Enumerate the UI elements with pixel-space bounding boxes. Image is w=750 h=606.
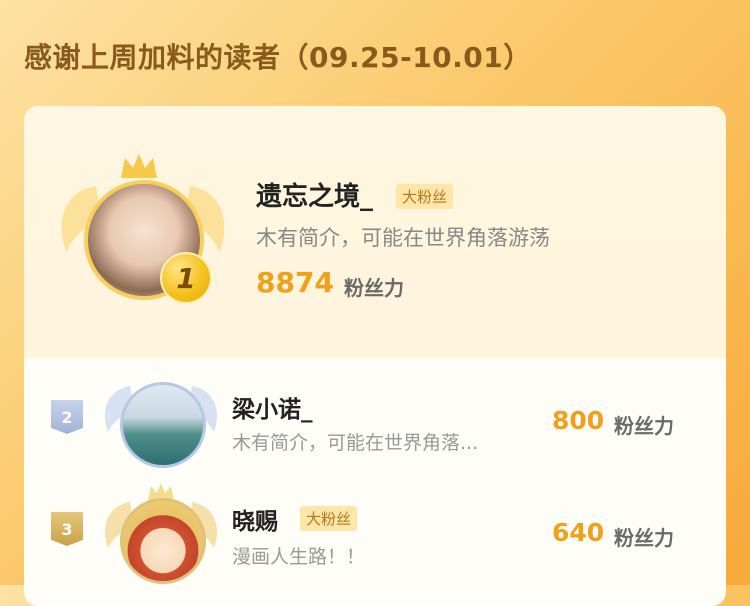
avatar[interactable] [120,382,206,468]
fan-power-label: 粉丝力 [344,276,404,300]
avatar[interactable] [120,498,206,584]
rank-2-badge: 2 [51,400,83,434]
crown-icon [121,154,157,178]
rank-3-badge: 3 [51,512,83,546]
user-bio: 木有简介，可能在世界角落游荡 [256,226,550,250]
fan-power-label: 粉丝力 [614,526,674,550]
user-name[interactable]: 遗忘之境_ [256,176,373,213]
ranking-panel: 1 遗忘之境_ 大粉丝 木有简介，可能在世界角落游荡 8874 粉丝力 2 梁小… [24,106,726,606]
user-name[interactable]: 梁小诺_ [232,390,313,424]
rank-1-badge: 1 [160,252,212,304]
ranking-item-3[interactable]: 3 晓赐 大粉丝 漫画人生路！！ 640 粉丝力 [24,483,726,606]
fan-power-label: 粉丝力 [614,414,674,438]
ranking-item-1[interactable]: 1 遗忘之境_ 大粉丝 木有简介，可能在世界角落游荡 8874 粉丝力 [24,106,726,358]
fan-power-value: 800 [552,406,605,435]
page-title: 感谢上周加料的读者（09.25-10.01） [24,41,532,74]
fan-badge: 大粉丝 [396,184,454,209]
user-bio: 木有简介，可能在世界角落... [232,432,479,454]
fan-power-value: 640 [552,518,605,547]
ranking-item-2[interactable]: 2 梁小诺_ 木有简介，可能在世界角落... 800 粉丝力 [24,358,726,484]
user-name[interactable]: 晓赐 [232,502,278,536]
fan-power-value: 8874 [256,266,334,299]
user-bio: 漫画人生路！！ [232,546,366,568]
fan-badge: 大粉丝 [300,506,358,531]
